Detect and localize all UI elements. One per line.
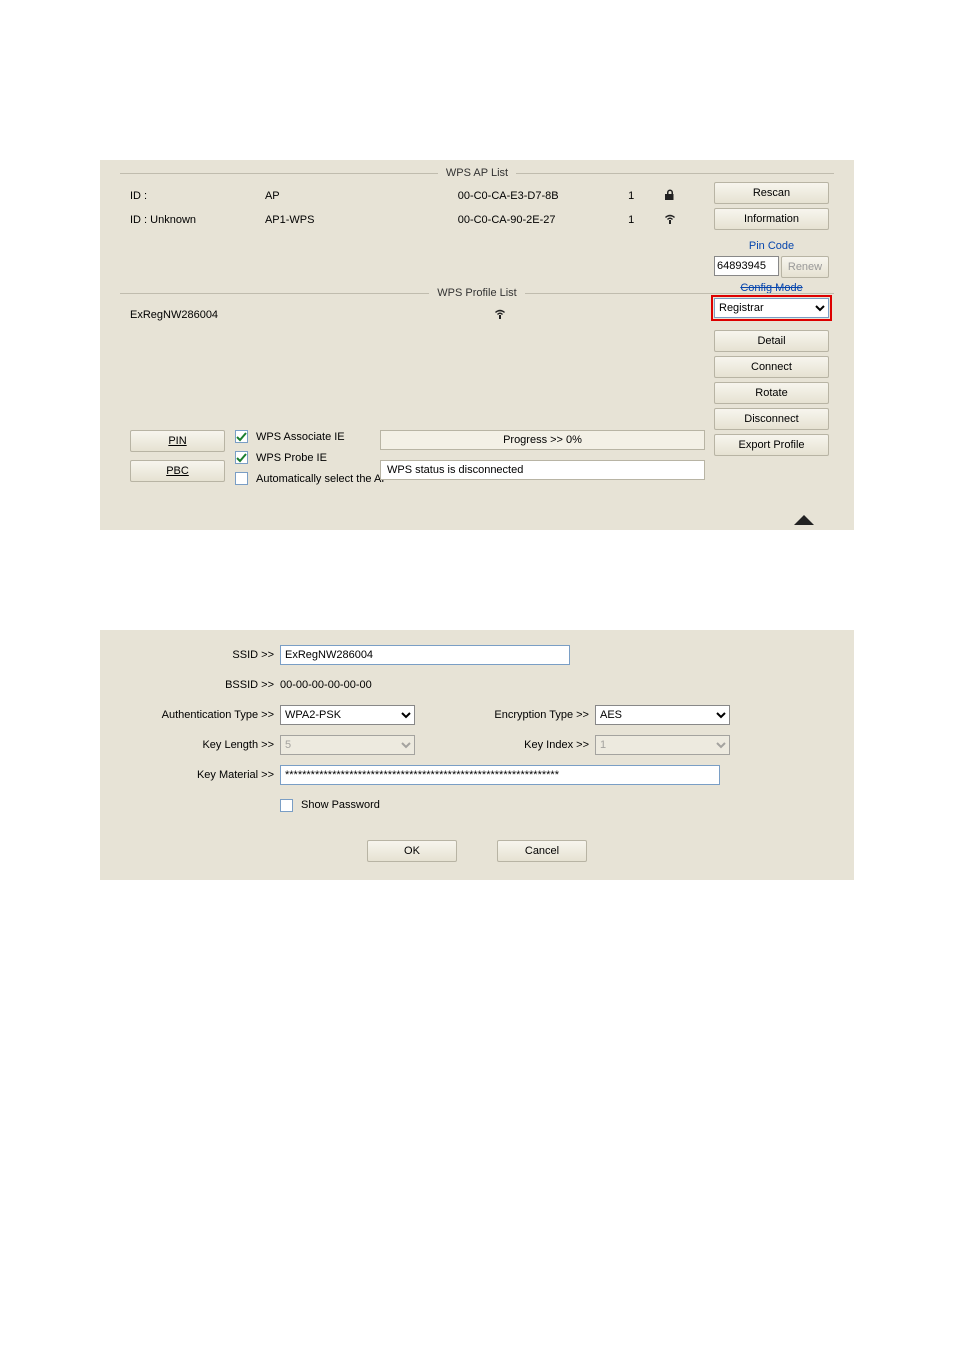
ap-channel: 1 [612,190,651,202]
config-mode-select[interactable]: Registrar [714,298,829,318]
ap-id: ID : [130,190,265,202]
ssid-label: SSID >> [100,649,280,661]
auto-select-ap-label: Automatically select the AP [256,473,389,485]
rotate-button[interactable]: Rotate [714,382,829,404]
ap-row[interactable]: ID : AP 00-C0-CA-E3-D7-8B 1 [130,184,689,208]
progress-text: Progress >> 0% [503,434,582,446]
show-password-checkbox[interactable] [280,799,293,812]
wps-panel: WPS AP List ID : AP 00-C0-CA-E3-D7-8B 1 … [100,160,854,530]
wps-profile-list-title: WPS Profile List [429,287,524,299]
ap-row[interactable]: ID : Unknown AP1-WPS 00-C0-CA-90-2E-27 1 [130,208,689,232]
wps-checkboxes: WPS Associate IE WPS Probe IE Automatica… [235,430,389,493]
cancel-button[interactable]: Cancel [497,840,587,862]
pin-pbc-block: PIN PBC [130,430,225,490]
auth-type-label: Authentication Type >> [100,709,280,721]
bssid-value: 00-00-00-00-00-00 [280,679,372,691]
rescan-button[interactable]: Rescan [714,182,829,204]
key-index-select: 1 [595,735,730,755]
wps-ap-list-header: WPS AP List [120,165,834,181]
profile-detail-panel: SSID >> BSSID >> 00-00-00-00-00-00 Authe… [100,630,854,880]
pin-code-row: Renew [714,256,829,278]
key-material-label: Key Material >> [100,769,280,781]
ap-id: ID : Unknown [130,214,265,226]
pin-code-input[interactable] [714,256,779,276]
ap-name: AP1-WPS [265,214,458,226]
ap-name: AP [265,190,458,202]
wps-probe-ie-checkbox[interactable] [235,451,248,464]
auth-type-select[interactable]: WPA2-PSK [280,705,415,725]
ssid-input[interactable] [280,645,570,665]
information-button[interactable]: Information [714,208,829,230]
signal-icon [650,213,689,228]
config-mode-select-wrap: Registrar [714,298,829,318]
wps-side-buttons-top: Rescan Information [714,182,829,230]
connect-button[interactable]: Connect [714,356,829,378]
lock-icon [650,189,689,204]
ap-mac: 00-C0-CA-E3-D7-8B [458,190,612,202]
wps-status-text: WPS status is disconnected [387,464,523,476]
pin-button[interactable]: PIN [130,430,225,452]
wps-associate-ie-checkbox[interactable] [235,430,248,443]
progress-bar: Progress >> 0% [380,430,705,450]
show-password-label: Show Password [301,799,380,811]
ok-button[interactable]: OK [367,840,457,862]
bssid-label: BSSID >> [100,679,280,691]
key-length-select: 5 [280,735,415,755]
wps-ap-list-title: WPS AP List [438,167,516,179]
wps-profile-list-header: WPS Profile List [120,285,834,301]
wps-status-box: WPS status is disconnected [380,460,705,480]
wps-probe-ie-label: WPS Probe IE [256,452,327,464]
wps-side-buttons-lower: Detail Connect Rotate Disconnect Export … [714,330,829,456]
key-index-label: Key Index >> [465,739,595,751]
detail-button[interactable]: Detail [714,330,829,352]
wps-profile-list[interactable]: ExRegNW286004 [130,304,689,419]
profile-name: ExRegNW286004 [130,309,480,321]
export-profile-button[interactable]: Export Profile [714,434,829,456]
signal-icon [480,308,520,323]
enc-type-label: Encryption Type >> [465,709,595,721]
wps-ap-list[interactable]: ID : AP 00-C0-CA-E3-D7-8B 1 ID : Unknown… [130,184,689,232]
enc-type-select[interactable]: AES [595,705,730,725]
ap-mac: 00-C0-CA-90-2E-27 [458,214,612,226]
collapse-up-icon[interactable] [794,515,814,525]
key-length-label: Key Length >> [100,739,280,751]
pin-code-label: Pin Code [714,240,829,252]
wps-associate-ie-label: WPS Associate IE [256,431,345,443]
disconnect-button[interactable]: Disconnect [714,408,829,430]
key-material-input[interactable] [280,765,720,785]
pbc-button[interactable]: PBC [130,460,225,482]
ap-channel: 1 [612,214,651,226]
renew-button[interactable]: Renew [781,256,829,278]
profile-row[interactable]: ExRegNW286004 [130,304,689,326]
auto-select-ap-checkbox[interactable] [235,472,248,485]
